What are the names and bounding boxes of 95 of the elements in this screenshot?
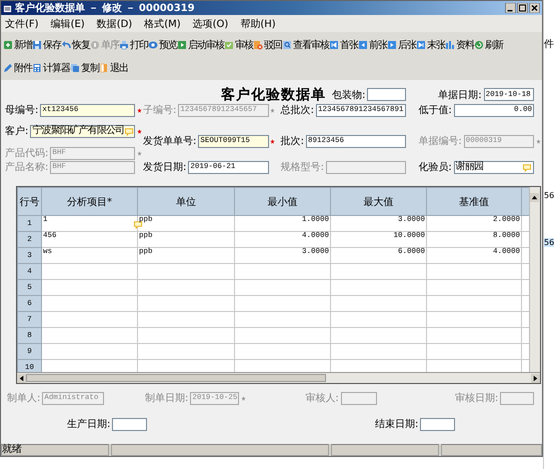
- field-value: 宁波聚阳矿产有限公司: [32, 126, 124, 136]
- input-field[interactable]: 宁波聚阳矿产有限公司: [30, 124, 135, 138]
- menu-item[interactable]: 文件(F): [5, 16, 39, 30]
- field-label: 生产日期:: [67, 418, 112, 431]
- input-field[interactable]: [367, 88, 406, 101]
- field-label: 化验员:: [418, 161, 453, 174]
- field-label: 审核人:: [305, 392, 340, 405]
- list-text: 56: [544, 191, 554, 200]
- toolbar-button[interactable]: 审核: [224, 36, 253, 52]
- door-icon: [99, 62, 109, 72]
- field-label: 客户:: [5, 124, 30, 138]
- toolbar-button[interactable]: 预览: [148, 36, 177, 52]
- maximize-button[interactable]: [517, 3, 528, 13]
- pencil-icon: [3, 62, 13, 72]
- toolbar-button[interactable]: 首张: [329, 36, 358, 52]
- column-header[interactable]: 基准值: [426, 188, 522, 216]
- list-text: 件: [544, 38, 554, 51]
- bars-icon: [445, 40, 455, 50]
- scrollbar-thumb[interactable]: [26, 374, 326, 382]
- window-icon: [3, 4, 12, 12]
- play-icon: [177, 40, 187, 50]
- horizontal-scrollbar[interactable]: [17, 372, 540, 383]
- toolbar-button[interactable]: 资料: [445, 36, 474, 52]
- magnifier-icon: [282, 40, 292, 50]
- toolbar-button[interactable]: 启动审核: [177, 36, 224, 52]
- column-header[interactable]: 分析项目*: [42, 188, 138, 216]
- toolbar-button[interactable]: 新增: [3, 36, 32, 52]
- column-header[interactable]: 最大值: [330, 188, 426, 216]
- printer-icon: [119, 40, 129, 50]
- last-icon: [416, 40, 426, 50]
- menu-item[interactable]: 编辑(E): [50, 16, 85, 30]
- toolbar-button[interactable]: 查看审核: [282, 36, 329, 52]
- toolbar-button[interactable]: 恢复: [61, 36, 90, 52]
- left-arrow-icon: [17, 374, 26, 382]
- input-field[interactable]: [420, 418, 455, 430]
- toolbar-button[interactable]: 刷新: [474, 36, 503, 52]
- field-label: 单据日期:: [438, 88, 483, 102]
- status-panel: 就绪: [1, 444, 109, 456]
- field-label: 批次:: [280, 134, 306, 148]
- menu-item[interactable]: 选项(O): [192, 16, 228, 30]
- vertical-scrollbar[interactable]: [529, 187, 540, 372]
- check-icon: [224, 40, 234, 50]
- field-label: 低于值:: [418, 104, 453, 117]
- field-value: 谢丽园: [456, 162, 484, 172]
- toolbar-button[interactable]: 打印: [119, 36, 148, 52]
- menu-item[interactable]: 数据(D): [96, 16, 132, 30]
- undo-arrow-icon: [61, 40, 71, 50]
- input-field[interactable]: [112, 418, 147, 430]
- toolbar-button[interactable]: 后张: [387, 36, 416, 52]
- toolbar-button[interactable]: 附件: [3, 60, 32, 76]
- toolbar-button[interactable]: 保存: [32, 36, 61, 52]
- field-label: 母编号:: [5, 104, 40, 117]
- cross-document-icon: [253, 40, 263, 50]
- field-label: 规格型号:: [280, 160, 326, 174]
- column-header[interactable]: 行号: [18, 188, 42, 216]
- field-label: 单据编号:: [418, 134, 463, 148]
- field-label: 产品代码:: [5, 146, 50, 160]
- previous-icon: [358, 40, 368, 50]
- menu-item[interactable]: 帮助(H): [240, 16, 276, 30]
- toolbar-button[interactable]: 退出: [99, 60, 128, 76]
- toolbar-button[interactable]: 末张: [416, 36, 445, 52]
- toolbar-button[interactable]: 计算器: [32, 60, 70, 76]
- field-label: 制单日期:: [145, 392, 190, 405]
- field-label: 结束日期:: [375, 418, 420, 431]
- copy-icon: [70, 62, 80, 72]
- toolbar-button[interactable]: 复制: [70, 60, 99, 76]
- form-title: 客户化验数据单: [221, 86, 326, 104]
- calculator-icon: [32, 62, 42, 72]
- field-label: 包装物:: [332, 88, 366, 102]
- field-label: 发货日期:: [143, 160, 188, 174]
- column-header[interactable]: 单位: [138, 188, 234, 216]
- list-text: 56: [544, 238, 554, 247]
- eye-icon: [148, 40, 158, 50]
- field-label: 总批次:: [280, 104, 316, 117]
- field-label: 产品名称:: [5, 160, 50, 174]
- field-label: 发货单单号:: [143, 134, 198, 148]
- close-button[interactable]: [529, 3, 540, 13]
- refresh-icon: [474, 40, 484, 50]
- plus-icon: [3, 40, 13, 50]
- input-field[interactable]: 谢丽园: [454, 160, 534, 174]
- toolbar-button[interactable]: 前张: [358, 36, 387, 52]
- minimize-button[interactable]: [505, 3, 516, 13]
- column-header[interactable]: 最小值: [234, 188, 330, 216]
- field-label: 子编号:: [143, 104, 178, 117]
- circle-icon: [90, 40, 100, 50]
- menu-item[interactable]: 格式(M): [144, 16, 181, 30]
- next-icon: [387, 40, 397, 50]
- toolbar-button[interactable]: 驳回: [253, 36, 282, 52]
- field-label: 制单人:: [7, 392, 42, 405]
- window-title: 客户化验数据单 － 修改 － 00000319: [15, 1, 195, 15]
- floppy-icon: [32, 40, 42, 50]
- up-arrow-icon: [530, 193, 539, 202]
- first-icon: [329, 40, 339, 50]
- field-label: 审核日期:: [454, 392, 500, 405]
- right-arrow-icon: [531, 374, 540, 382]
